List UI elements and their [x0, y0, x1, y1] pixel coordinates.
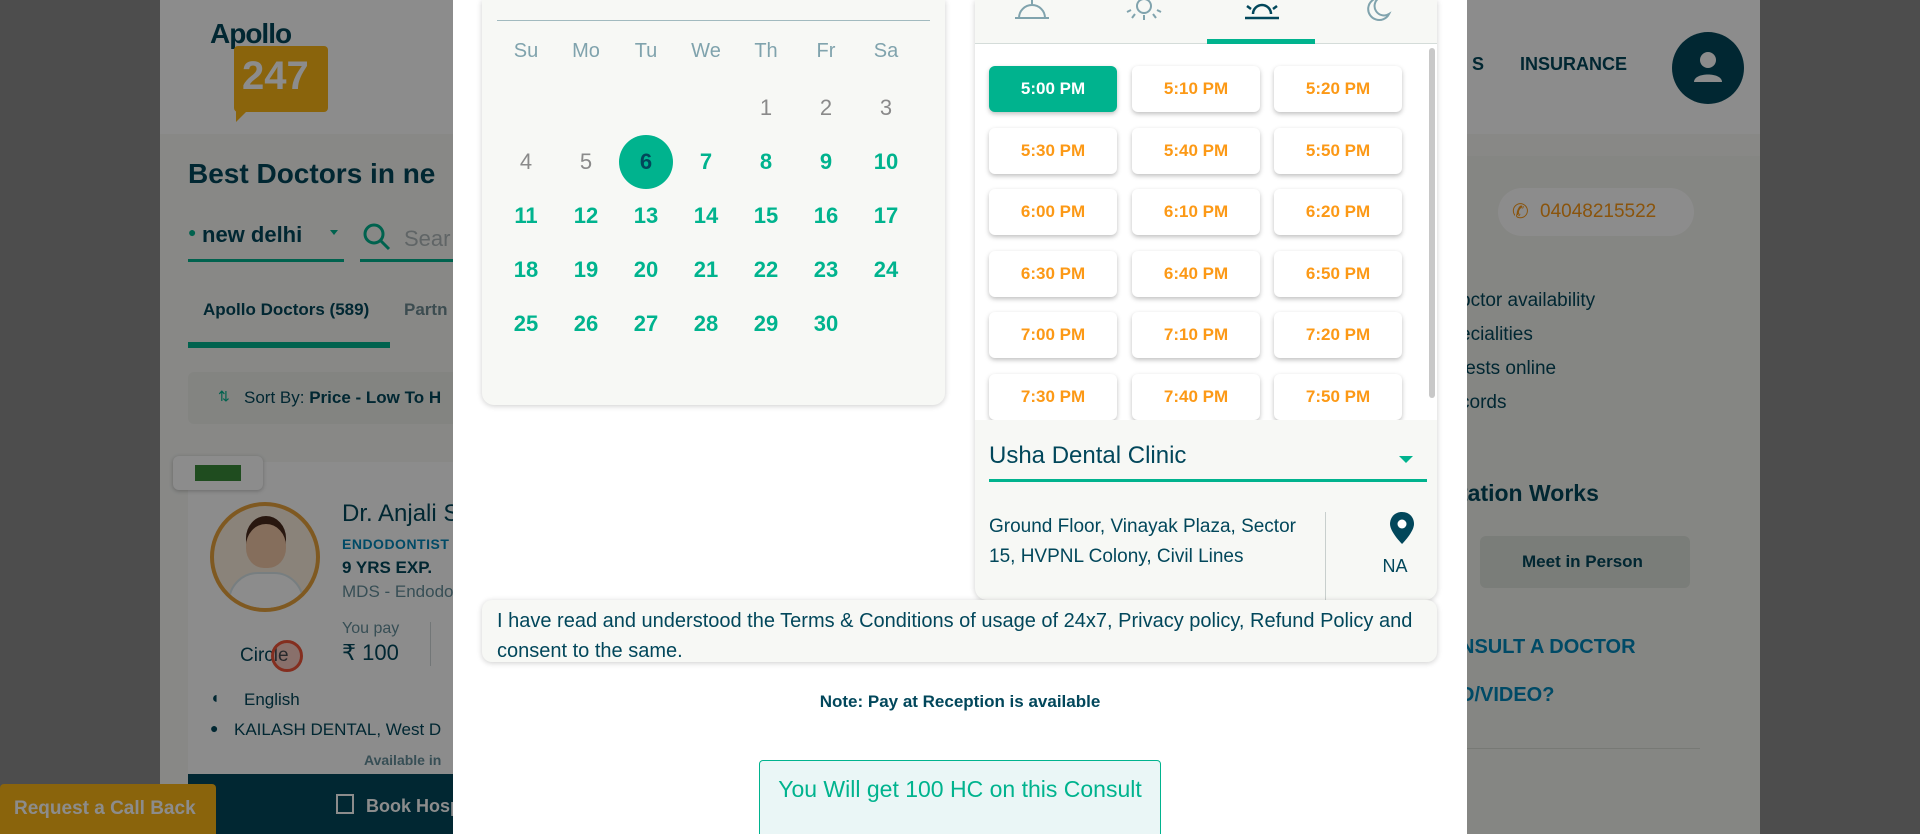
calendar-day[interactable]: 30	[799, 297, 853, 351]
time-slot[interactable]: 6:30 PM	[989, 250, 1117, 297]
calendar-day[interactable]: 27	[619, 297, 673, 351]
sunset-icon	[1245, 3, 1279, 20]
terms-consent[interactable]: I have read and understood the Terms & C…	[482, 600, 1437, 662]
clinic-address: Ground Floor, Vinayak Plaza, Sector 15, …	[989, 516, 1296, 567]
time-slot[interactable]: 6:40 PM	[1132, 250, 1260, 297]
book-appointment-modal: Su Mo Tu We Th Fr Sa 1 2 3 4 5 6 7 8 9 10 11 12 13 14 15 16 17 1…	[453, 0, 1467, 834]
calendar-day[interactable]: 13	[619, 189, 673, 243]
calendar-card: Su Mo Tu We Th Fr Sa 1 2 3 4 5 6 7 8 9 10 11 12 13 14 15 16 17 1…	[482, 0, 945, 405]
calendar-day[interactable]: 23	[799, 243, 853, 297]
weekday-header: Tu	[634, 40, 658, 62]
calendar-day: 4	[519, 149, 533, 174]
map-pin-icon[interactable]	[1389, 512, 1415, 544]
chevron-down-icon	[1399, 456, 1413, 463]
address-divider	[1325, 512, 1326, 604]
calendar-day: 3	[879, 95, 893, 120]
calendar-day[interactable]: 11	[499, 189, 553, 243]
time-slot-card: 5:00 PM 5:10 PM 5:20 PM 5:30 PM 5:40 PM 5:50 …	[975, 0, 1437, 604]
time-slot-selected[interactable]: 5:00 PM	[989, 66, 1117, 112]
sun-icon	[1126, 0, 1162, 20]
time-of-day-tabs	[975, 0, 1437, 44]
pay-at-reception-note: Note: Pay at Reception is available	[819, 692, 1101, 711]
calendar-day[interactable]: 29	[739, 297, 793, 351]
weekday-header: We	[691, 40, 721, 62]
time-slot[interactable]: 6:20 PM	[1274, 189, 1402, 235]
scrollbar-thumb[interactable]	[1429, 48, 1435, 398]
time-slot[interactable]: 7:10 PM	[1132, 312, 1260, 358]
health-credits-banner: You Will get 100 HC on this Consult	[759, 760, 1161, 834]
calendar-day[interactable]: 20	[619, 243, 673, 297]
health-credits-text: You Will get 100 HC on this Consult	[778, 776, 1142, 802]
time-slot[interactable]: 6:00 PM	[989, 189, 1117, 235]
calendar-day[interactable]: 12	[559, 189, 613, 243]
weekday-header: Sa	[873, 40, 899, 62]
time-slot[interactable]: 6:50 PM	[1274, 250, 1402, 297]
calendar-day[interactable]: 21	[679, 243, 733, 297]
calendar-day[interactable]: 10	[859, 135, 913, 189]
time-slot[interactable]: 5:50 PM	[1274, 127, 1402, 174]
time-slot[interactable]: 6:10 PM	[1132, 189, 1260, 235]
tab-afternoon[interactable]	[1089, 0, 1197, 44]
calendar-day[interactable]: 19	[559, 243, 613, 297]
time-slot[interactable]: 7:40 PM	[1132, 373, 1260, 420]
calendar-day: 5	[579, 149, 593, 174]
time-slot-grid: 5:00 PM 5:10 PM 5:20 PM 5:30 PM 5:40 PM 5:50 …	[975, 44, 1427, 420]
tab-night[interactable]	[1321, 0, 1429, 44]
weekday-header: Th	[754, 40, 778, 62]
clinic-distance: NA	[1382, 556, 1408, 576]
time-slot[interactable]: 7:50 PM	[1274, 373, 1402, 420]
time-slot[interactable]: 7:30 PM	[989, 373, 1117, 420]
calendar-day: 2	[819, 95, 833, 120]
calendar-day-selected[interactable]: 6	[619, 135, 673, 189]
weekday-header: Mo	[572, 40, 600, 62]
calendar-day[interactable]: 24	[859, 243, 913, 297]
calendar-day: 1	[759, 95, 773, 120]
clinic-name: Usha Dental Clinic	[989, 442, 1187, 469]
weekday-header: Su	[513, 40, 539, 62]
time-slot[interactable]: 7:00 PM	[989, 312, 1117, 358]
calendar-day[interactable]: 14	[679, 189, 733, 243]
calendar-day[interactable]: 15	[739, 189, 793, 243]
tab-morning[interactable]	[977, 0, 1085, 44]
terms-text: I have read and understood the Terms & C…	[497, 610, 1413, 662]
moon-icon	[1367, 0, 1392, 21]
time-slot[interactable]: 7:20 PM	[1274, 312, 1402, 358]
slot-scrollbar[interactable]	[1427, 44, 1437, 420]
calendar-day[interactable]: 7	[679, 135, 733, 189]
calendar-day[interactable]: 16	[799, 189, 853, 243]
time-slot[interactable]: 5:40 PM	[1132, 127, 1260, 174]
tab-evening[interactable]	[1207, 0, 1315, 44]
calendar-day[interactable]: 9	[799, 135, 853, 189]
time-slot[interactable]: 5:20 PM	[1274, 66, 1402, 112]
calendar-day[interactable]: 18	[499, 243, 553, 297]
weekday-header: Fr	[816, 40, 836, 62]
calendar-day[interactable]: 28	[679, 297, 733, 351]
calendar-day[interactable]: 17	[859, 189, 913, 243]
calendar-day[interactable]: 22	[739, 243, 793, 297]
time-slot[interactable]: 5:10 PM	[1132, 66, 1260, 112]
time-slot[interactable]: 5:30 PM	[989, 127, 1117, 174]
clinic-select[interactable]: Usha Dental Clinic	[989, 436, 1427, 482]
calendar-day[interactable]: 26	[559, 297, 613, 351]
calendar-header-divider	[497, 20, 930, 21]
calendar-day[interactable]: 8	[739, 135, 793, 189]
calendar-day[interactable]: 25	[499, 297, 553, 351]
sunrise-icon	[1015, 0, 1049, 19]
